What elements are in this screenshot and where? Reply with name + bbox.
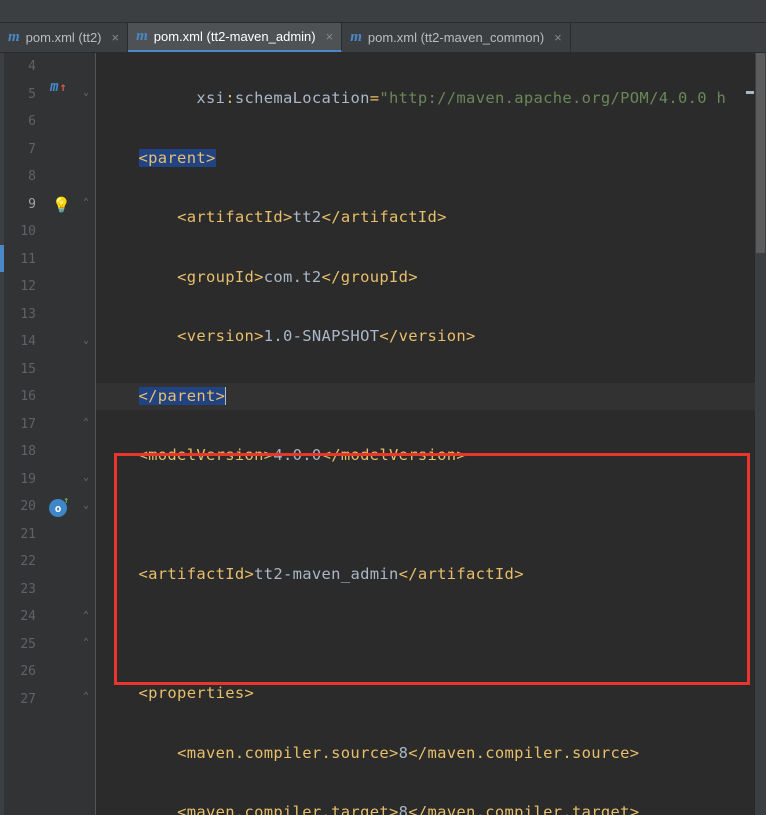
fold-end[interactable]: ⌃	[81, 417, 91, 428]
line-number: 21	[0, 521, 46, 549]
line-number: 23	[0, 576, 46, 604]
line-number: 9	[0, 191, 46, 219]
editor-tab-bar: m pom.xml (tt2) × m pom.xml (tt2-maven_a…	[0, 23, 766, 53]
line-number: 10	[0, 218, 46, 246]
change-marker	[0, 245, 4, 272]
close-icon[interactable]: ×	[112, 30, 120, 45]
line-number: 6	[0, 108, 46, 136]
fold-toggle[interactable]: ⌄	[81, 335, 91, 346]
line-number: 7	[0, 136, 46, 164]
code-line: <artifactId>tt2</artifactId>	[96, 204, 766, 232]
line-number-gutter[interactable]: 4 5 6 7 8 9 10 11 12 13 14 15 16 17 18 1…	[0, 53, 46, 815]
line-number: 8	[0, 163, 46, 191]
code-line	[96, 621, 766, 649]
close-icon[interactable]: ×	[326, 29, 334, 44]
tab-label: pom.xml (tt2-maven_common)	[368, 30, 544, 45]
code-line: <artifactId>tt2-maven_admin</artifactId>	[96, 561, 766, 589]
dependency-nav-icon[interactable]: o	[49, 499, 67, 517]
line-number: 22	[0, 548, 46, 576]
code-line	[96, 502, 766, 530]
fold-strip: ⌄ ⌃ ⌄ ⌃ ⌄ ⌄ ⌃ ⌃ ⌃	[78, 53, 96, 815]
intention-bulb-icon[interactable]: 💡	[52, 196, 71, 214]
code-line: xsi:schemaLocation="http://maven.apache.…	[96, 85, 766, 113]
tab-label: pom.xml (tt2-maven_admin)	[154, 29, 316, 44]
code-line-current: </parent>	[96, 383, 766, 411]
editor: 4 5 6 7 8 9 10 11 12 13 14 15 16 17 18 1…	[0, 53, 766, 815]
line-number: 4	[0, 53, 46, 81]
line-number: 20	[0, 493, 46, 521]
marker[interactable]	[746, 91, 754, 94]
maven-icon: m	[350, 29, 362, 46]
code-area[interactable]: xsi:schemaLocation="http://maven.apache.…	[96, 53, 766, 815]
close-icon[interactable]: ×	[554, 30, 562, 45]
line-number: 15	[0, 356, 46, 384]
code-line: <version>1.0-SNAPSHOT</version>	[96, 323, 766, 351]
fold-end[interactable]: ⌃	[81, 691, 91, 702]
code-line: <parent>	[96, 145, 766, 173]
code-line: <maven.compiler.target>8</maven.compiler…	[96, 799, 766, 815]
fold-end[interactable]: ⌃	[81, 637, 91, 648]
maven-icon: m	[8, 29, 20, 46]
line-number: 19	[0, 466, 46, 494]
tab-pom-tt2[interactable]: m pom.xml (tt2) ×	[0, 23, 128, 52]
tab-pom-common[interactable]: m pom.xml (tt2-maven_common) ×	[342, 23, 571, 52]
fold-end[interactable]: ⌃	[81, 197, 91, 208]
code-line: <groupId>com.t2</groupId>	[96, 264, 766, 292]
line-number: 5	[0, 81, 46, 109]
scrollbar-thumb[interactable]	[756, 53, 765, 253]
line-number: 14	[0, 328, 46, 356]
line-number: 11	[0, 246, 46, 274]
line-number: 13	[0, 301, 46, 329]
window-top-strip	[0, 0, 766, 23]
maven-icon: m	[136, 28, 148, 45]
tab-pom-admin[interactable]: m pom.xml (tt2-maven_admin) ×	[128, 23, 342, 52]
code-line: <modelVersion>4.0.0</modelVersion>	[96, 442, 766, 470]
line-number: 16	[0, 383, 46, 411]
fold-end[interactable]: ⌃	[81, 610, 91, 621]
tab-label: pom.xml (tt2)	[26, 30, 102, 45]
maven-up-icon[interactable]: m	[50, 79, 67, 95]
code-line: <maven.compiler.source>8</maven.compiler…	[96, 740, 766, 768]
line-number: 18	[0, 438, 46, 466]
error-stripe[interactable]	[745, 53, 755, 815]
fold-toggle[interactable]: ⌄	[81, 472, 91, 483]
line-number: 27	[0, 686, 46, 714]
line-number: 25	[0, 631, 46, 659]
fold-toggle[interactable]: ⌄	[81, 500, 91, 511]
fold-toggle[interactable]: ⌄	[81, 87, 91, 98]
code-line: <properties>	[96, 680, 766, 708]
vertical-scrollbar[interactable]	[755, 53, 766, 815]
line-number: 12	[0, 273, 46, 301]
left-edge	[0, 53, 4, 815]
line-number: 24	[0, 603, 46, 631]
gutter-icon-strip: m 💡 o	[46, 53, 78, 815]
line-number: 26	[0, 658, 46, 686]
line-number: 17	[0, 411, 46, 439]
